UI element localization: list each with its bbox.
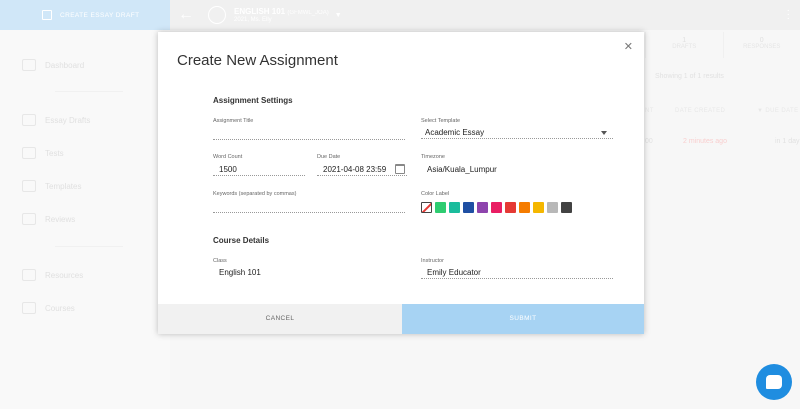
calendar-icon[interactable] <box>395 164 405 174</box>
timezone-label: Timezone <box>421 154 445 160</box>
color-swatch[interactable] <box>561 202 572 213</box>
due-date-value: 2021-04-08 23:59 <box>323 165 387 174</box>
assignment-title-input[interactable] <box>213 127 405 140</box>
assignment-settings-heading: Assignment Settings <box>213 96 293 105</box>
color-swatch[interactable] <box>491 202 502 213</box>
chat-button[interactable] <box>756 364 792 400</box>
color-swatch[interactable] <box>547 202 558 213</box>
color-swatch[interactable] <box>435 202 446 213</box>
color-swatch[interactable] <box>533 202 544 213</box>
class-label: Class <box>213 258 227 264</box>
word-count-label: Word Count <box>213 154 243 160</box>
keywords-input[interactable] <box>213 200 405 213</box>
color-swatch-none[interactable] <box>421 202 432 213</box>
cancel-button[interactable]: CANCEL <box>158 304 402 334</box>
instructor-label: Instructor <box>421 258 444 264</box>
template-select[interactable]: Academic Essay <box>421 126 613 139</box>
color-swatch[interactable] <box>519 202 530 213</box>
modal-footer: CANCEL SUBMIT <box>158 304 644 334</box>
color-swatch[interactable] <box>463 202 474 213</box>
close-icon[interactable]: ✕ <box>624 40 633 53</box>
color-swatch[interactable] <box>505 202 516 213</box>
timezone-value[interactable]: Asia/Kuala_Lumpur <box>421 163 613 176</box>
modal-title: Create New Assignment <box>177 52 338 69</box>
word-count-input[interactable]: 1500 <box>213 163 305 176</box>
submit-button[interactable]: SUBMIT <box>402 304 644 334</box>
keywords-label: Keywords (separated by commas) <box>213 191 297 197</box>
class-value: English 101 <box>219 268 261 277</box>
create-assignment-modal: ✕ Create New Assignment Assignment Setti… <box>158 32 644 334</box>
course-details-heading: Course Details <box>213 236 270 245</box>
select-template-label: Select Template <box>421 118 461 124</box>
due-date-label: Due Date <box>317 154 341 160</box>
color-swatch[interactable] <box>449 202 460 213</box>
instructor-input[interactable]: Emily Educator <box>421 266 613 279</box>
assignment-title-label: Assignment Title <box>213 118 254 124</box>
chat-bubble-icon <box>766 375 782 389</box>
color-label-label: Color Label <box>421 191 450 197</box>
due-date-input[interactable]: 2021-04-08 23:59 <box>317 163 407 176</box>
color-picker <box>421 202 572 213</box>
color-swatch[interactable] <box>477 202 488 213</box>
